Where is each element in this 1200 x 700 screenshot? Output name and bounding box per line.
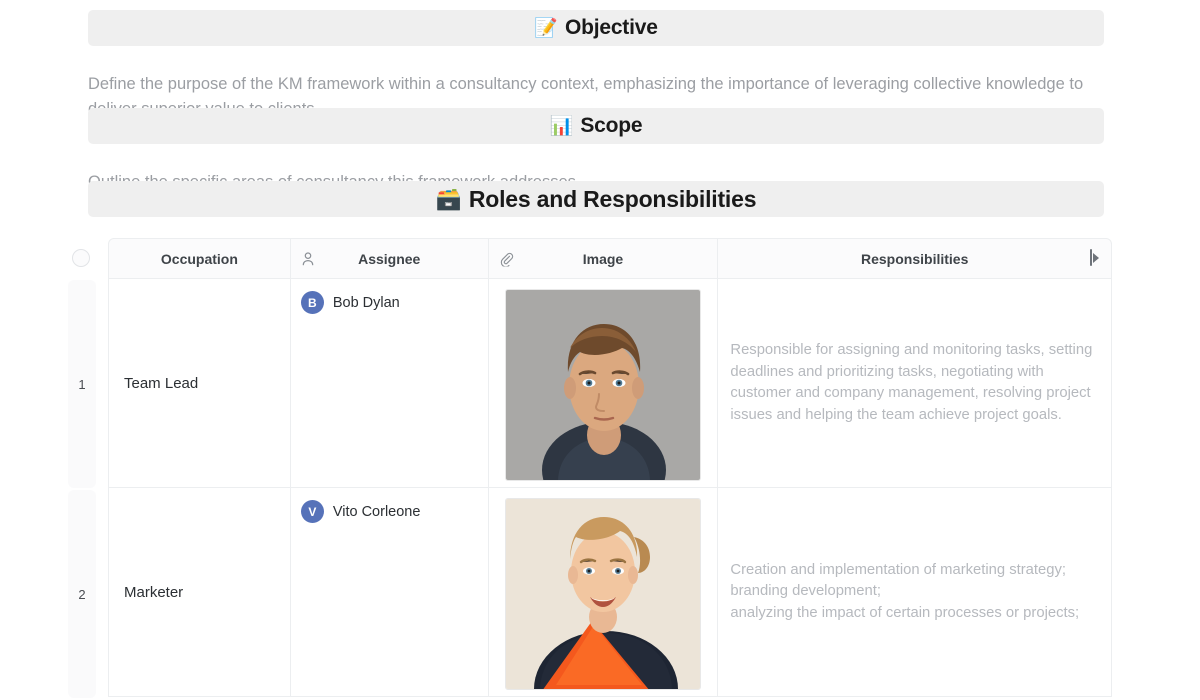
row-number-gutter[interactable]: 1 <box>68 280 96 488</box>
column-header-label: Occupation <box>161 251 238 267</box>
cell-image[interactable] <box>489 488 719 696</box>
column-header-assignee[interactable]: Assignee <box>291 239 489 278</box>
column-header-responsibilities[interactable]: Responsibilities <box>718 239 1111 278</box>
occupation-value: Marketer <box>124 584 183 601</box>
circle-unchecked-icon[interactable] <box>72 249 90 267</box>
table-row[interactable]: Team Lead B Bob Dylan <box>108 279 1112 488</box>
assignee-chip[interactable]: V Vito Corleone <box>301 500 421 523</box>
paperclip-icon <box>499 251 514 266</box>
cell-assignee[interactable]: V Vito Corleone <box>291 488 489 696</box>
cell-occupation[interactable]: Marketer <box>109 488 291 696</box>
cell-assignee[interactable]: B Bob Dylan <box>291 279 489 487</box>
row-number: 1 <box>78 377 85 392</box>
portrait-photo-woman[interactable] <box>505 498 701 690</box>
assignee-name: Vito Corleone <box>333 504 421 520</box>
person-icon <box>301 251 315 266</box>
responsibilities-value: Responsible for assigning and monitoring… <box>730 340 1095 426</box>
cell-occupation[interactable]: Team Lead <box>109 279 291 487</box>
card-file-box-emoji: 🗃️ <box>436 189 462 210</box>
section-title-objective: Objective <box>565 16 658 40</box>
section-title-roles: Roles and Responsibilities <box>469 186 756 213</box>
column-header-occupation[interactable]: Occupation <box>109 239 291 278</box>
column-header-label: Responsibilities <box>861 251 968 267</box>
cell-responsibilities[interactable]: Creation and implementation of marketing… <box>718 488 1111 696</box>
memo-emoji: 📝 <box>534 19 558 38</box>
occupation-value: Team Lead <box>124 375 198 392</box>
assignee-name: Bob Dylan <box>333 295 400 311</box>
bar-chart-emoji: 📊 <box>550 117 574 136</box>
portrait-photo-man[interactable] <box>505 289 701 481</box>
column-header-label: Image <box>583 251 623 267</box>
table-body: Team Lead B Bob Dylan <box>108 279 1112 697</box>
expand-right-icon[interactable] <box>1090 249 1099 266</box>
responsibilities-value: Creation and implementation of marketing… <box>730 560 1079 625</box>
section-banner-scope[interactable]: 📊 Scope <box>88 108 1104 144</box>
expand-handle-bar <box>1090 249 1092 266</box>
column-header-label: Assignee <box>358 251 420 267</box>
table-row[interactable]: Marketer V Vito Corleone <box>108 488 1112 697</box>
row-number-gutter[interactable]: 2 <box>68 490 96 698</box>
avatar: B <box>301 291 324 314</box>
section-banner-objective[interactable]: 📝 Objective <box>88 10 1104 46</box>
column-header-image[interactable]: Image <box>489 239 719 278</box>
assignee-chip[interactable]: B Bob Dylan <box>301 291 400 314</box>
expand-handle-triangle <box>1093 253 1099 263</box>
banner-content-scope: 📊 Scope <box>550 114 643 138</box>
section-title-scope: Scope <box>580 114 642 138</box>
document-canvas: 📝 Objective Define the purpose of the KM… <box>0 0 1200 700</box>
row-number: 2 <box>78 587 85 602</box>
table-header-row: Occupation Assignee <box>108 238 1112 279</box>
avatar: V <box>301 500 324 523</box>
cell-responsibilities[interactable]: Responsible for assigning and monitoring… <box>718 279 1111 487</box>
section-banner-roles[interactable]: 🗃️ Roles and Responsibilities <box>88 181 1104 217</box>
cell-image[interactable] <box>489 279 719 487</box>
banner-content-roles: 🗃️ Roles and Responsibilities <box>436 186 757 213</box>
banner-content-objective: 📝 Objective <box>534 16 657 40</box>
